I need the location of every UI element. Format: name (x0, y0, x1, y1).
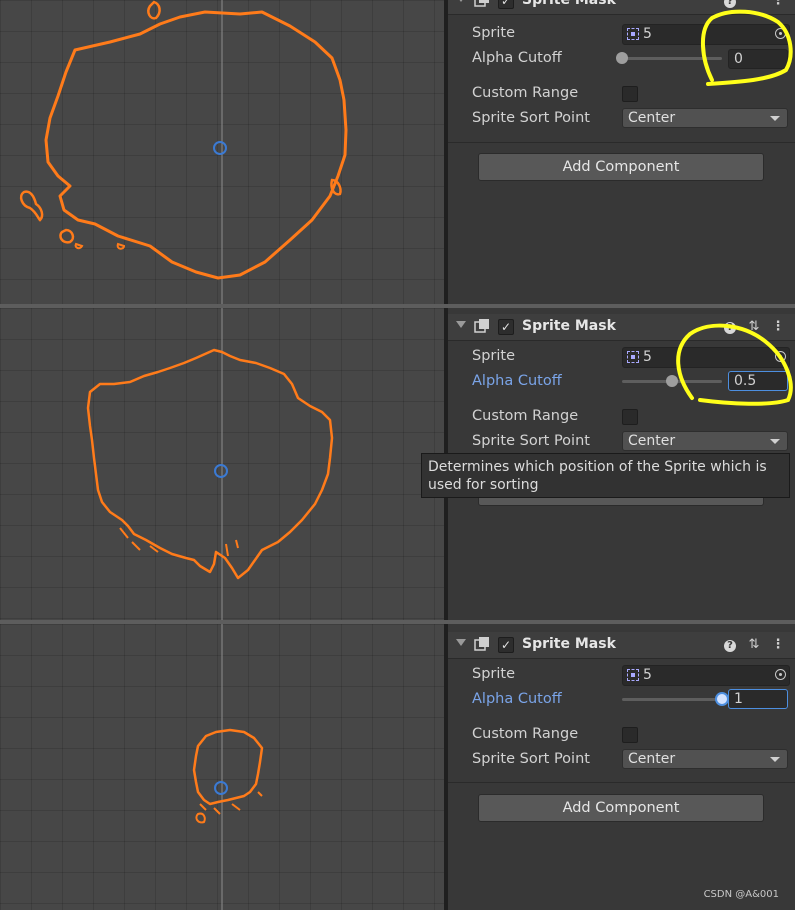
alpha-cutoff-label: Alpha Cutoff (472, 373, 562, 389)
scene-view[interactable] (0, 308, 446, 621)
foldout-arrow-icon[interactable] (456, 321, 466, 328)
dropdown-value: Center (628, 751, 676, 767)
custom-range-label: Custom Range (472, 85, 579, 101)
preset-sliders-icon[interactable]: ⇅ (746, 637, 762, 653)
inspector: ✓ Sprite Mask ? ⋮ Sprite 5 Alpha Cutoff … (448, 0, 795, 305)
alpha-cutoff-slider-thumb[interactable] (715, 692, 729, 706)
custom-range-checkbox[interactable] (622, 409, 638, 425)
sprite-mask-outline (86, 348, 334, 580)
sprite-mask-fragment (195, 812, 206, 824)
dropdown-value: Center (628, 433, 676, 449)
component-header[interactable]: ✓ Sprite Mask ? ⇅ ⋮ (448, 314, 795, 341)
help-icon[interactable]: ? (722, 0, 738, 9)
sprite-mask-outline (192, 728, 264, 806)
component-header[interactable]: ✓ Sprite Mask ? ⇅ ⋮ (448, 632, 795, 659)
help-icon[interactable]: ? (722, 637, 738, 653)
alpha-cutoff-input[interactable]: 0 (728, 49, 788, 69)
dropdown-value: Center (628, 110, 676, 126)
chevron-down-icon (770, 757, 780, 762)
sprite-label: Sprite (472, 348, 516, 364)
sprite-mask-component-icon (474, 637, 489, 651)
foldout-arrow-icon[interactable] (456, 639, 466, 646)
sprite-value: 5 (643, 667, 652, 683)
add-component-button[interactable]: Add Component (478, 794, 764, 822)
alpha-cutoff-label: Alpha Cutoff (472, 691, 562, 707)
chevron-down-icon (770, 439, 780, 444)
alpha-cutoff-label: Alpha Cutoff (472, 50, 562, 66)
sprite-value: 5 (643, 349, 652, 365)
sprite-mask-fragment (147, 0, 161, 20)
sprite-object-field[interactable]: 5 (622, 24, 790, 45)
watermark: CSDN @A&001 (703, 889, 779, 900)
alpha-cutoff-slider-thumb[interactable] (666, 375, 678, 387)
alpha-cutoff-input[interactable]: 1 (728, 689, 788, 709)
sprite-asset-icon (627, 351, 639, 363)
custom-range-checkbox[interactable] (622, 86, 638, 102)
alpha-cutoff-slider-thumb[interactable] (616, 52, 628, 64)
sprite-mask-outline (44, 10, 348, 280)
kebab-menu-icon[interactable]: ⋮ (770, 637, 786, 653)
alpha-cutoff-input[interactable]: 0.5 (728, 371, 788, 391)
scene-view[interactable] (0, 0, 446, 305)
panel-cutoff-0: ✓ Sprite Mask ? ⋮ Sprite 5 Alpha Cutoff … (0, 0, 795, 305)
panel-cutoff-1: ✓ Sprite Mask ? ⇅ ⋮ Sprite 5 Alpha Cutof… (0, 624, 795, 910)
component-header[interactable]: ✓ Sprite Mask ? ⋮ (448, 0, 795, 15)
component-enabled-checkbox[interactable]: ✓ (498, 319, 514, 335)
component-title: Sprite Mask (522, 636, 616, 652)
sprite-asset-icon (627, 669, 639, 681)
custom-range-label: Custom Range (472, 408, 579, 424)
tooltip: Determines which position of the Sprite … (421, 453, 790, 498)
alpha-cutoff-slider[interactable] (622, 698, 722, 701)
inspector: ✓ Sprite Mask ? ⇅ ⋮ Sprite 5 Alpha Cutof… (448, 624, 795, 910)
scene-svg (192, 624, 264, 910)
sprite-sort-point-label: Sprite Sort Point (472, 751, 590, 767)
add-component-button[interactable]: Add Component (478, 153, 764, 181)
sprite-sort-point-label: Sprite Sort Point (472, 110, 590, 126)
component-enabled-checkbox[interactable]: ✓ (498, 0, 514, 9)
alpha-cutoff-slider[interactable] (622, 57, 722, 60)
sprite-sort-point-dropdown[interactable]: Center (622, 431, 788, 451)
custom-range-checkbox[interactable] (622, 727, 638, 743)
component-title: Sprite Mask (522, 0, 616, 8)
scene-view[interactable] (0, 624, 446, 910)
kebab-menu-icon[interactable]: ⋮ (770, 319, 786, 335)
sprite-object-field[interactable]: 5 (622, 347, 790, 368)
divider (448, 142, 795, 143)
foldout-arrow-icon[interactable] (456, 0, 466, 2)
object-picker-icon[interactable] (775, 669, 786, 680)
pivot-handle (213, 141, 227, 155)
sprite-mask-fragment (330, 178, 342, 196)
sprite-mask-fragment (116, 242, 126, 250)
help-icon[interactable]: ? (722, 319, 738, 335)
object-picker-icon[interactable] (775, 351, 786, 362)
preset-sliders-icon[interactable]: ⇅ (746, 319, 762, 335)
sprite-sort-point-dropdown[interactable]: Center (622, 108, 788, 128)
chevron-down-icon (770, 116, 780, 121)
sprite-sort-point-label: Sprite Sort Point (472, 433, 590, 449)
sprite-sort-point-dropdown[interactable]: Center (622, 749, 788, 769)
pivot-handle (214, 781, 228, 795)
object-picker-icon[interactable] (775, 28, 786, 39)
sprite-mask-component-icon (474, 0, 489, 7)
sprite-label: Sprite (472, 666, 516, 682)
sprite-mask-component-icon (474, 319, 489, 333)
pivot-handle (214, 464, 228, 478)
sprite-mask-fragment (19, 190, 44, 222)
component-enabled-checkbox[interactable]: ✓ (498, 637, 514, 653)
kebab-menu-icon[interactable]: ⋮ (770, 0, 786, 9)
sprite-object-field[interactable]: 5 (622, 665, 790, 686)
sprite-value: 5 (643, 26, 652, 42)
scene-svg (86, 308, 334, 621)
component-title: Sprite Mask (522, 318, 616, 334)
divider (448, 782, 795, 783)
custom-range-label: Custom Range (472, 726, 579, 742)
sprite-mask-fragment (74, 242, 84, 250)
sprite-mask-fragment (59, 228, 75, 244)
sprite-label: Sprite (472, 25, 516, 41)
sprite-mask-fragment (119, 527, 239, 557)
sprite-asset-icon (627, 28, 639, 40)
scene-svg (19, 0, 348, 305)
